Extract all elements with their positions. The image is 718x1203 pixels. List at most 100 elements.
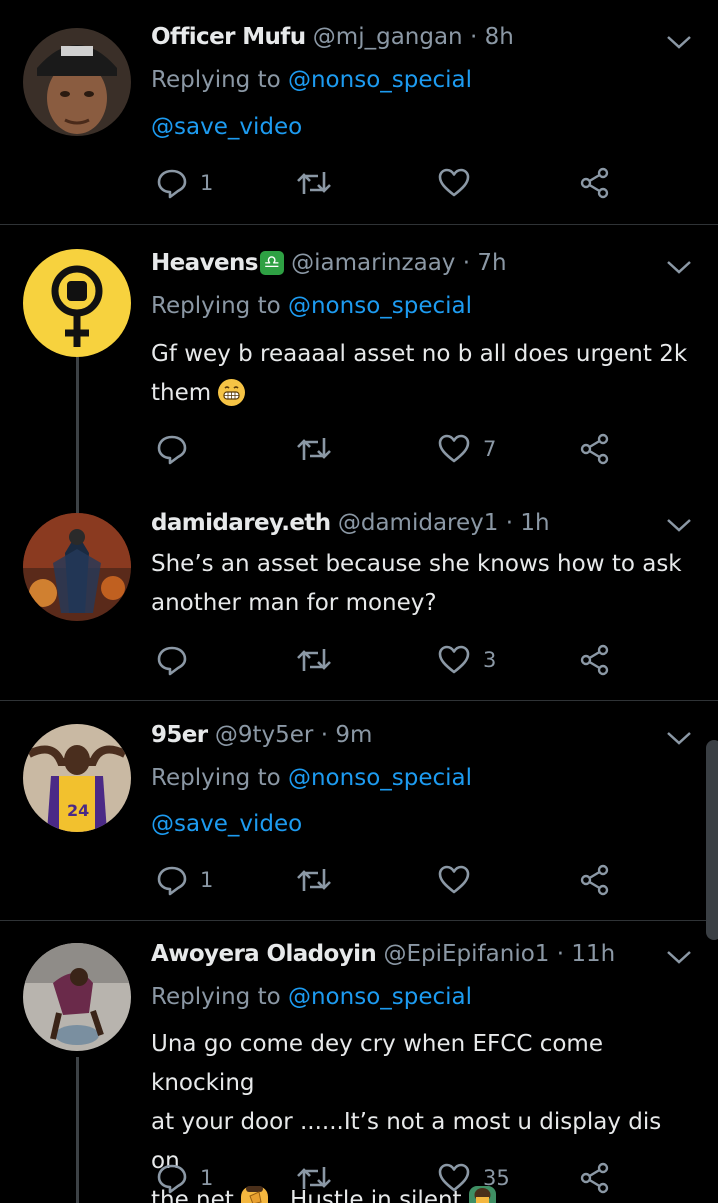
replying-to-handle[interactable]: @nonso_special — [288, 984, 472, 1010]
handle[interactable]: @EpiEpifanio1 — [384, 941, 550, 967]
tweet-actions: 3 — [0, 640, 718, 680]
tweet-actions: 1 — [0, 860, 718, 900]
handle[interactable]: @mj_gangan — [313, 24, 463, 50]
reply-button[interactable]: 1 — [156, 860, 213, 900]
chevron-down-icon[interactable] — [665, 947, 693, 967]
heart-icon — [438, 865, 470, 894]
handle[interactable]: @iamarinzaay — [291, 250, 455, 276]
replying-to-handle[interactable]: @nonso_special — [288, 765, 472, 791]
tweet-text: Gf wey b reaaaal asset no b all does urg… — [151, 335, 696, 413]
replying-to: Replying to @nonso_special — [151, 984, 472, 1010]
retweet-icon — [297, 438, 331, 460]
replying-to: Replying to @nonso_special — [151, 293, 472, 319]
replying-to: Replying to @nonso_special — [151, 67, 472, 93]
retweet-button[interactable] — [296, 1158, 332, 1198]
avatar[interactable]: 24 — [23, 724, 131, 832]
share-button[interactable] — [579, 640, 611, 680]
tweet-actions: 1 35 — [0, 1158, 718, 1198]
retweet-button[interactable] — [296, 429, 332, 469]
like-count: 7 — [483, 437, 497, 461]
replying-to: Replying to @nonso_special — [151, 765, 472, 791]
avatar[interactable] — [23, 513, 131, 621]
zodiac-libra-icon: ♎ — [259, 251, 284, 275]
svg-text:24: 24 — [67, 801, 89, 820]
tweet-text-line: another man for money? — [151, 590, 437, 616]
reply-icon — [157, 1164, 187, 1194]
avatar[interactable] — [23, 943, 131, 1051]
tweet-text-line: Una go come dey cry when EFCC come knock… — [151, 1031, 603, 1096]
tweet-actions: 7 — [0, 429, 718, 469]
retweet-button[interactable] — [296, 640, 332, 680]
like-button[interactable]: 35 — [437, 1158, 510, 1198]
scrollbar[interactable] — [706, 740, 718, 940]
share-icon — [580, 864, 609, 896]
tweet-header: Officer Mufu @mj_gangan · 8h — [151, 24, 514, 50]
tweet-95er[interactable]: 24 95er @9ty5er · 9m Replying to @nonso_… — [0, 701, 718, 920]
tweet-header: Heavens ♎ @iamarinzaay · 7h — [151, 250, 507, 276]
chevron-down-icon[interactable] — [665, 728, 693, 748]
reply-icon — [157, 646, 187, 676]
reply-icon — [157, 866, 187, 896]
share-button[interactable] — [579, 860, 611, 900]
chevron-down-icon[interactable] — [665, 515, 693, 535]
share-icon — [580, 433, 609, 465]
display-name[interactable]: Heavens — [151, 250, 258, 276]
handle[interactable]: @9ty5er — [215, 722, 314, 748]
tweet-header: 95er @9ty5er · 9m — [151, 722, 372, 748]
replying-to-handle[interactable]: @nonso_special — [288, 293, 472, 319]
tweet-text-line: them — [151, 374, 696, 413]
tweet-officer-mufu[interactable]: Officer Mufu @mj_gangan · 8h Replying to… — [0, 0, 718, 224]
reply-button[interactable]: 1 — [156, 163, 213, 203]
retweet-icon — [297, 649, 331, 671]
reply-count: 1 — [200, 171, 214, 195]
timestamp: · 11h — [556, 941, 616, 967]
replying-to-label: Replying to — [151, 984, 281, 1010]
tweet-damidarey[interactable]: damidarey.eth @damidarey1 · 1h She’s an … — [0, 495, 718, 700]
tweet-actions: 1 — [0, 163, 718, 203]
like-button[interactable] — [437, 860, 483, 900]
replying-to-label: Replying to — [151, 67, 281, 93]
retweet-button[interactable] — [296, 163, 332, 203]
share-icon — [580, 167, 609, 199]
reply-count: 1 — [200, 868, 214, 892]
mention-link[interactable]: @save_video — [151, 811, 302, 837]
heart-icon — [438, 645, 470, 674]
tweet-text-line: Gf wey b reaaaal asset no b all does urg… — [151, 341, 688, 367]
reply-count: 1 — [200, 1166, 214, 1190]
like-count: 35 — [483, 1166, 510, 1190]
reply-button[interactable] — [156, 640, 200, 680]
reply-button[interactable] — [156, 429, 200, 469]
like-button[interactable]: 3 — [437, 640, 496, 680]
replying-to-handle[interactable]: @nonso_special — [288, 67, 472, 93]
chevron-down-icon[interactable] — [665, 32, 693, 52]
avatar[interactable] — [23, 28, 131, 136]
like-button[interactable]: 7 — [437, 429, 496, 469]
timestamp: · 7h — [462, 250, 507, 276]
retweet-button[interactable] — [296, 860, 332, 900]
mention-link[interactable]: @save_video — [151, 114, 302, 140]
tweet-heavens[interactable]: Heavens ♎ @iamarinzaay · 7h Replying to @… — [0, 225, 718, 517]
tweet-header: damidarey.eth @damidarey1 · 1h — [151, 510, 550, 536]
heart-icon — [438, 168, 470, 197]
timestamp: · 8h — [469, 24, 514, 50]
handle[interactable]: @damidarey1 — [338, 510, 499, 536]
avatar[interactable] — [23, 249, 131, 357]
replying-to-label: Replying to — [151, 765, 281, 791]
share-button[interactable] — [579, 429, 611, 469]
chevron-down-icon[interactable] — [665, 257, 693, 277]
tweet-text: @save_video — [151, 805, 696, 844]
like-button[interactable] — [437, 163, 483, 203]
share-icon — [580, 644, 609, 676]
retweet-icon — [297, 869, 331, 891]
reply-icon — [157, 169, 187, 199]
display-name[interactable]: Awoyera Oladoyin — [151, 941, 377, 967]
share-button[interactable] — [579, 163, 611, 203]
share-button[interactable] — [579, 1158, 611, 1198]
reply-timeline: Officer Mufu @mj_gangan · 8h Replying to… — [0, 0, 718, 1203]
display-name[interactable]: damidarey.eth — [151, 510, 331, 536]
display-name[interactable]: 95er — [151, 722, 208, 748]
tweet-awoyera-oladoyin[interactable]: Awoyera Oladoyin @EpiEpifanio1 · 11h Rep… — [0, 921, 718, 1203]
reply-button[interactable]: 1 — [156, 1158, 213, 1198]
tweet-text: She’s an asset because she knows how to … — [151, 545, 696, 623]
display-name[interactable]: Officer Mufu — [151, 24, 306, 50]
